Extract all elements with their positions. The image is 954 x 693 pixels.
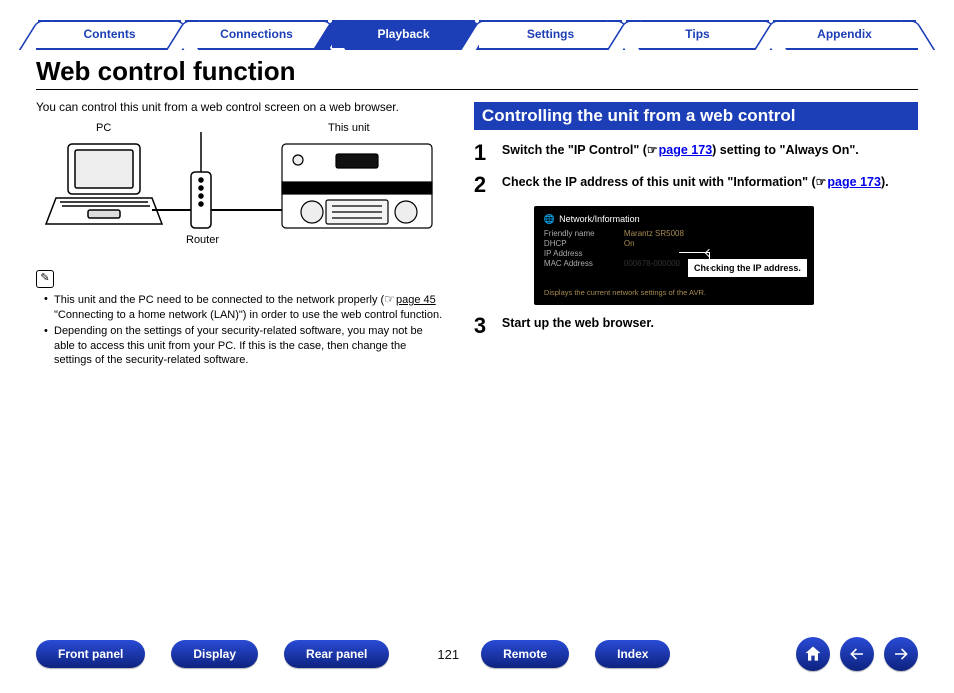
left-column: You can control this unit from a web con… — [36, 94, 460, 370]
link-front-panel[interactable]: Front panel — [36, 640, 145, 668]
step-2: 2 Check the IP address of this unit with… — [474, 174, 918, 196]
hand-icon: ☞ — [647, 143, 658, 159]
arrow-right-icon — [892, 645, 910, 663]
note-2: Depending on the settings of your securi… — [46, 324, 446, 368]
step-1: 1 Switch the "IP Control" (☞page 173) se… — [474, 142, 918, 164]
right-column: Controlling the unit from a web control … — [460, 94, 918, 370]
page-number: 121 — [437, 647, 459, 662]
top-tabs: Contents Connections Playback Settings T… — [36, 20, 918, 50]
hand-icon: ☞ — [816, 175, 827, 191]
link-page-173-b[interactable]: page 173 — [827, 175, 881, 189]
note-1: This unit and the PC need to be connecte… — [46, 292, 446, 322]
step-3: 3 Start up the web browser. — [474, 315, 918, 337]
diagram-svg — [36, 122, 456, 262]
globe-icon: 🌐 — [544, 214, 555, 225]
page-content: Web control function You can control thi… — [36, 56, 918, 370]
tab-tips[interactable]: Tips — [626, 20, 769, 48]
tab-appendix[interactable]: Appendix — [773, 20, 916, 48]
link-display[interactable]: Display — [171, 640, 258, 668]
note-icon: ✎ — [36, 270, 54, 288]
tab-playback[interactable]: Playback — [332, 20, 475, 48]
footer: Front panel Display Rear panel 121 Remot… — [0, 637, 954, 671]
network-diagram: PC Router This unit — [36, 122, 446, 262]
intro-text: You can control this unit from a web con… — [36, 100, 446, 114]
home-button[interactable] — [796, 637, 830, 671]
link-remote[interactable]: Remote — [481, 640, 569, 668]
tab-connections[interactable]: Connections — [185, 20, 328, 48]
hand-icon: ☞ — [384, 292, 395, 308]
tab-settings[interactable]: Settings — [479, 20, 622, 48]
home-icon — [803, 644, 823, 664]
forward-button[interactable] — [884, 637, 918, 671]
link-page-45[interactable]: page 45 — [396, 294, 436, 306]
arrow-left-icon — [848, 645, 866, 663]
tab-contents[interactable]: Contents — [38, 20, 181, 48]
note-list: This unit and the PC need to be connecte… — [36, 292, 446, 368]
osd-footer: Displays the current network settings of… — [544, 288, 804, 297]
back-button[interactable] — [840, 637, 874, 671]
osd-title: 🌐Network/Information — [544, 214, 804, 225]
section-heading: Controlling the unit from a web control — [474, 102, 918, 130]
link-page-173-a[interactable]: page 173 — [659, 143, 713, 157]
link-rear-panel[interactable]: Rear panel — [284, 640, 389, 668]
osd-screenshot: 🌐Network/Information Friendly nameMarant… — [534, 206, 814, 305]
osd-callout: Checking the IP address. — [687, 258, 808, 278]
link-index[interactable]: Index — [595, 640, 670, 668]
title-rule — [36, 89, 918, 90]
page-title: Web control function — [36, 56, 918, 87]
